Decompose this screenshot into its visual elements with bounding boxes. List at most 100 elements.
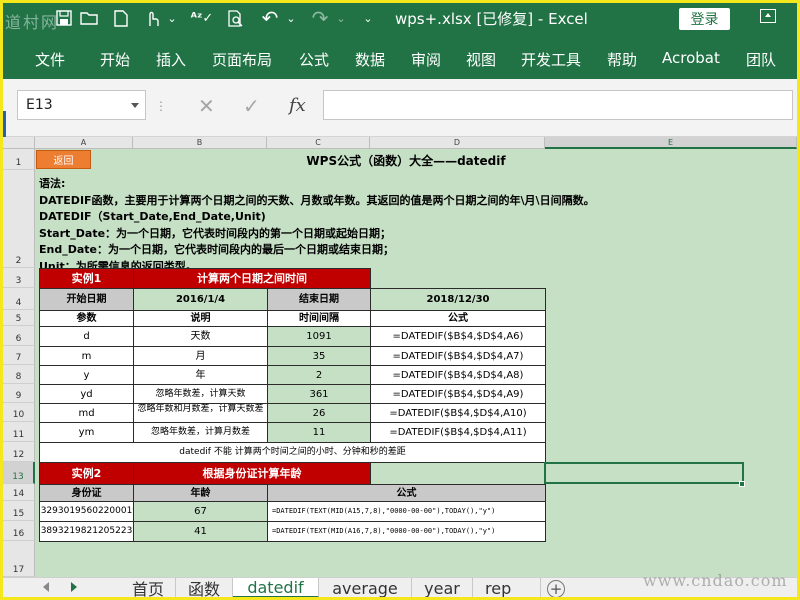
table-cell-formula[interactable]: =DATEDIF($B$4,$D$4,A8)	[370, 365, 546, 385]
table-cell-formula[interactable]: =DATEDIF($B$4,$D$4,A10)	[370, 403, 546, 423]
formula-input[interactable]	[323, 90, 793, 120]
table-cell-desc[interactable]: 月	[133, 346, 268, 366]
undo-dropdown-icon[interactable]: ⌄	[284, 7, 298, 29]
table-cell-value[interactable]: 2	[267, 365, 371, 385]
example2-title[interactable]: 根据身份证计算年龄	[133, 462, 371, 485]
login-button[interactable]: 登录	[679, 8, 730, 30]
formula2-cell[interactable]: =DATEDIF(TEXT(MID(A16,7,8),"0000-00-00")…	[267, 521, 546, 542]
scroll-tabs-left-icon[interactable]	[43, 582, 49, 592]
row-header-15[interactable]: 15	[3, 501, 35, 521]
example1-label[interactable]: 实例1	[39, 268, 134, 289]
row-header-5[interactable]: 5	[3, 310, 35, 326]
worksheet[interactable]: A B C D E 1 2 3 4 5 6 7 8 9 10 11 12 13 …	[3, 137, 797, 577]
column-header-a[interactable]: A	[35, 137, 133, 149]
example2-label[interactable]: 实例2	[39, 462, 134, 485]
table-cell-value[interactable]: 361	[267, 384, 371, 404]
back-button[interactable]: 返回	[36, 150, 91, 169]
name-box[interactable]: E13	[17, 90, 146, 120]
tab-data[interactable]: 数据	[355, 49, 385, 70]
start-date-value[interactable]: 2016/1/4	[133, 288, 268, 311]
header-age[interactable]: 年龄	[133, 484, 268, 502]
row-header-8[interactable]: 8	[3, 365, 35, 384]
tab-acrobat[interactable]: Acrobat	[662, 49, 720, 67]
table-cell-value[interactable]: 11	[267, 422, 371, 443]
cancel-entry-icon[interactable]: ✕	[198, 94, 215, 118]
example1-title[interactable]: 计算两个日期之间时间	[133, 268, 371, 289]
id-card-cell[interactable]: 138932198212052232	[39, 521, 134, 542]
scroll-tabs-right-icon[interactable]	[71, 582, 77, 592]
column-header-d[interactable]: D	[370, 137, 545, 149]
touch-mode-icon[interactable]	[141, 7, 163, 29]
column-header-c[interactable]: C	[267, 137, 370, 149]
row-header-14[interactable]: 14	[3, 484, 35, 501]
row-header-10[interactable]: 10	[3, 403, 35, 422]
header-param[interactable]: 参数	[39, 310, 134, 327]
tab-view[interactable]: 视图	[466, 49, 496, 70]
id-card-cell[interactable]: 132930195602200019	[39, 501, 134, 522]
tab-help[interactable]: 帮助	[607, 49, 637, 70]
row-header-12[interactable]: 12	[3, 442, 35, 462]
column-header-e[interactable]: E	[545, 137, 797, 149]
row-header-3[interactable]: 3	[3, 268, 35, 288]
table-cell-desc[interactable]: 忽略年数和月数差，计算天数差	[133, 403, 268, 423]
column-header-b[interactable]: B	[133, 137, 267, 149]
formula2-cell[interactable]: =DATEDIF(TEXT(MID(A15,7,8),"0000-00-00")…	[267, 501, 546, 522]
spelling-check-icon[interactable]: ᴬᶻ✓	[191, 7, 214, 29]
new-file-icon[interactable]	[111, 7, 131, 29]
table-cell-param[interactable]: yd	[39, 384, 134, 404]
sheet-tab-rep[interactable]: rep	[473, 578, 541, 597]
table-cell-formula[interactable]: =DATEDIF($B$4,$D$4,A9)	[370, 384, 546, 404]
table-cell-param[interactable]: m	[39, 346, 134, 366]
save-icon[interactable]	[53, 7, 75, 29]
row-header-11[interactable]: 11	[3, 422, 35, 442]
insert-function-icon[interactable]: fx	[289, 95, 306, 116]
name-box-dropdown-icon[interactable]	[131, 103, 139, 108]
header-formula[interactable]: 公式	[370, 310, 546, 327]
select-all-corner[interactable]	[3, 137, 35, 149]
sheet-tab-year[interactable]: year	[412, 578, 473, 597]
header-interval[interactable]: 时间间隔	[267, 310, 371, 327]
open-folder-icon[interactable]	[78, 7, 100, 29]
undo-icon[interactable]: ↶	[259, 6, 281, 30]
row-header-17[interactable]: 17	[3, 541, 35, 577]
row-header-7[interactable]: 7	[3, 346, 35, 365]
row-header-6[interactable]: 6	[3, 326, 35, 346]
header-id-card[interactable]: 身份证	[39, 484, 134, 502]
table-cell-value[interactable]: 35	[267, 346, 371, 366]
tab-formulas[interactable]: 公式	[299, 49, 329, 70]
example2-empty-cell[interactable]	[370, 462, 546, 485]
more-options-icon[interactable]: ⋮	[155, 99, 167, 113]
tab-file[interactable]: 文件	[35, 49, 65, 70]
tab-developer[interactable]: 开发工具	[521, 49, 581, 70]
redo-dropdown-icon[interactable]: ⌄	[334, 7, 348, 29]
tab-home[interactable]: 开始	[100, 49, 130, 70]
table-cell-desc[interactable]: 忽略年数差，计算天数	[133, 384, 268, 404]
sheet-tab-functions[interactable]: 函数	[176, 578, 233, 597]
add-sheet-icon[interactable]: +	[547, 580, 565, 597]
row-header-4[interactable]: 4	[3, 288, 35, 310]
chevron-down-icon[interactable]: ⌄	[165, 7, 179, 29]
table-cell-formula[interactable]: =DATEDIF($B$4,$D$4,A11)	[370, 422, 546, 443]
datedif-note[interactable]: datedif 不能 计算两个时间之间的小时、分钟和秒的差距	[39, 442, 546, 463]
table-cell-param[interactable]: y	[39, 365, 134, 385]
confirm-entry-icon[interactable]: ✓	[243, 94, 260, 118]
table-cell-param[interactable]: md	[39, 403, 134, 423]
customize-toolbar-icon[interactable]: ⌄	[361, 7, 375, 29]
end-date-value[interactable]: 2018/12/30	[370, 288, 546, 311]
table-cell-formula[interactable]: =DATEDIF($B$4,$D$4,A7)	[370, 346, 546, 366]
header-desc[interactable]: 说明	[133, 310, 268, 327]
row-header-1[interactable]: 1	[3, 149, 35, 170]
table-cell-desc[interactable]: 天数	[133, 326, 268, 347]
row-header-13[interactable]: 13	[3, 462, 35, 484]
sheet-tab-datedif[interactable]: datedif	[233, 578, 319, 597]
tab-insert[interactable]: 插入	[156, 49, 186, 70]
table-cell-value[interactable]: 26	[267, 403, 371, 423]
print-preview-icon[interactable]	[225, 7, 247, 29]
end-date-label[interactable]: 结束日期	[267, 288, 371, 311]
tab-review[interactable]: 审阅	[411, 49, 441, 70]
header-formula2[interactable]: 公式	[267, 484, 546, 502]
sheet-tab-average[interactable]: average	[319, 578, 412, 597]
row-header-9[interactable]: 9	[3, 384, 35, 403]
table-cell-desc[interactable]: 忽略年数差，计算月数差	[133, 422, 268, 443]
tab-page-layout[interactable]: 页面布局	[212, 49, 272, 70]
